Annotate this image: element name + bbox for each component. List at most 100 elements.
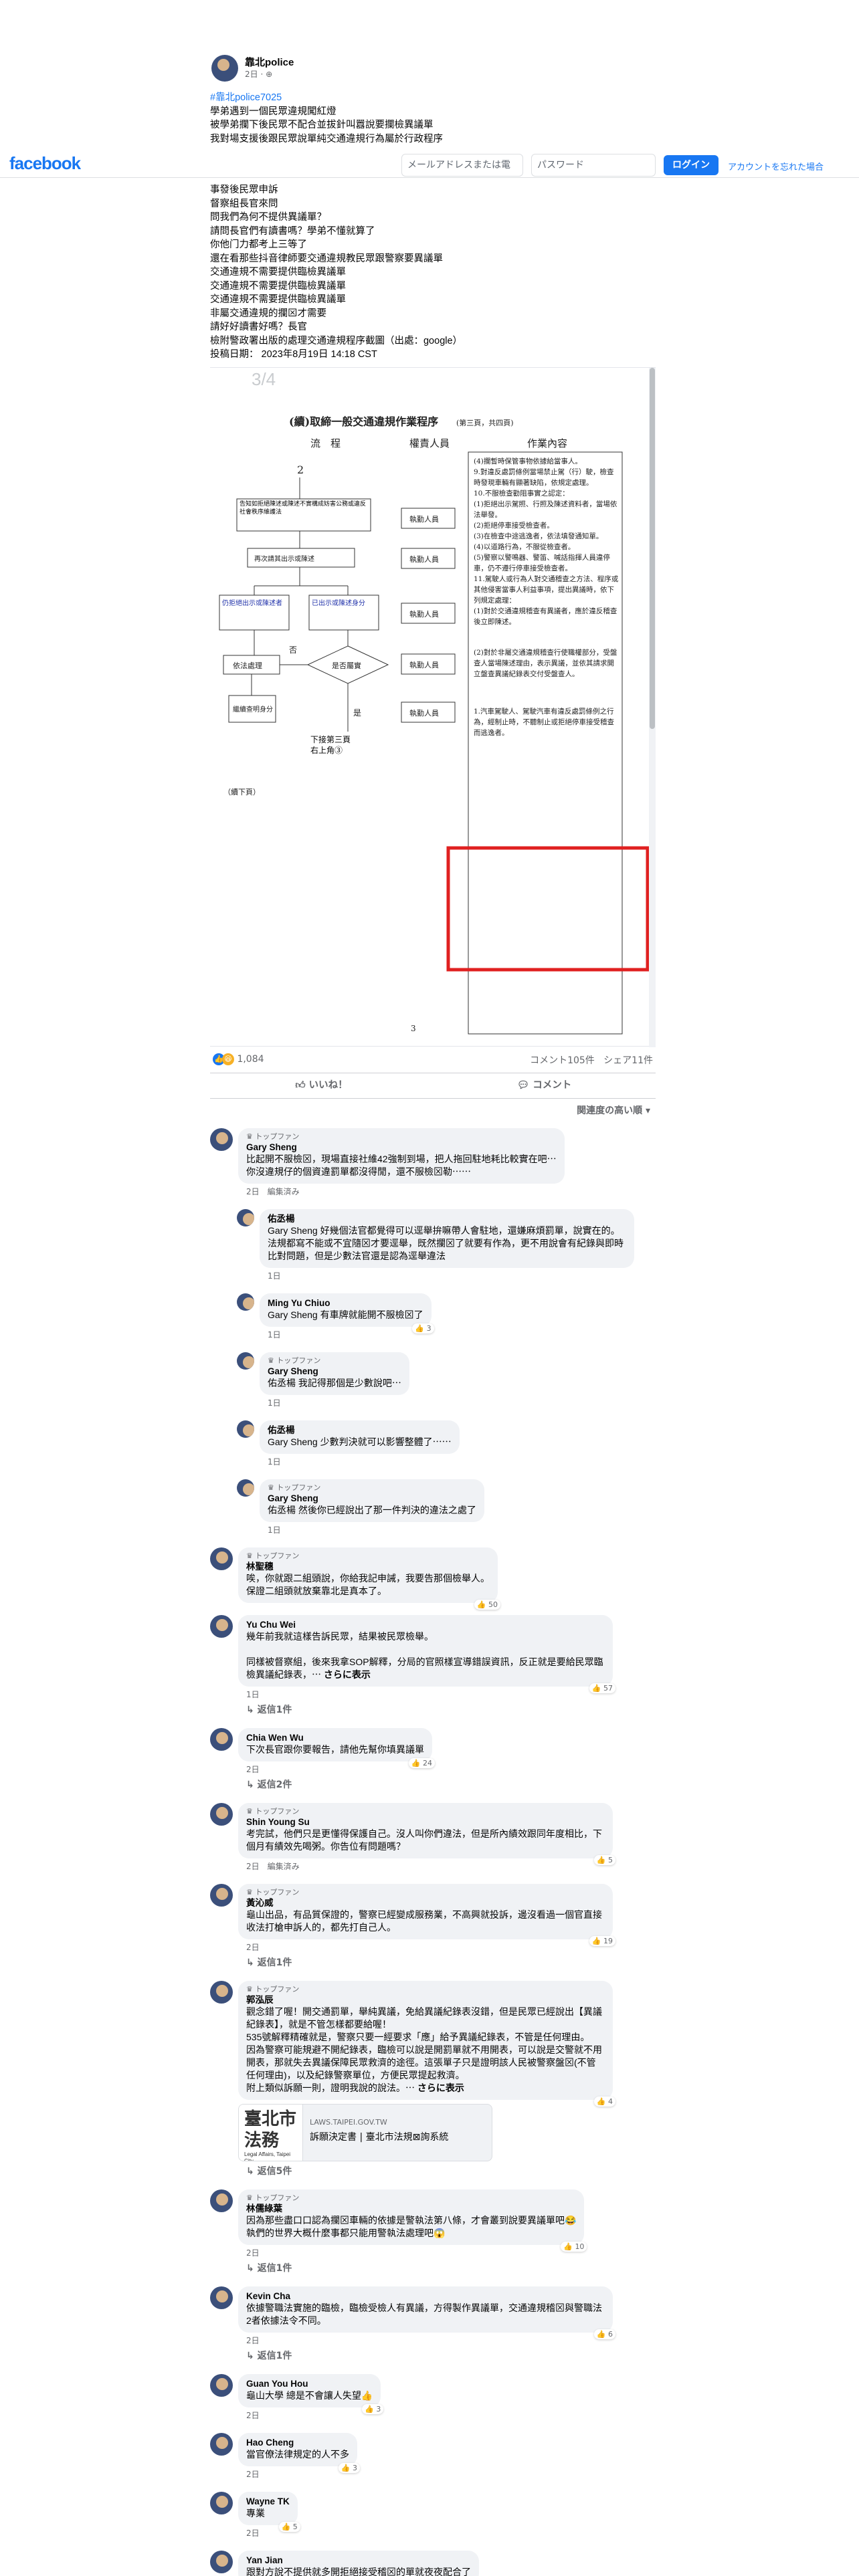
commenter-avatar[interactable] xyxy=(237,1420,254,1438)
view-replies-link[interactable]: ↳ 返信1件 xyxy=(246,2261,656,2274)
commenter-avatar[interactable] xyxy=(210,1980,233,2004)
post-hashtag[interactable]: #靠北police7025 xyxy=(210,91,656,105)
comment-reactions[interactable]: 👍 5 xyxy=(278,2521,300,2532)
comment-reactions[interactable]: 👍 3 xyxy=(412,1323,434,1333)
commenter-avatar[interactable] xyxy=(210,1128,233,1151)
comment-time[interactable]: 2日 xyxy=(246,1943,260,1952)
comment-text: 專業 xyxy=(246,2507,265,2518)
comment-reactions[interactable]: 👍 4 xyxy=(593,2096,615,2107)
like-button[interactable]: 👍︎ いいね！ xyxy=(210,1073,433,1098)
view-replies-link[interactable]: ↳ 返信1件 xyxy=(246,1955,656,1969)
commenter-avatar[interactable] xyxy=(237,1208,254,1226)
commenter-avatar[interactable] xyxy=(237,1293,254,1311)
login-button[interactable]: ログイン xyxy=(664,155,719,175)
forgot-account-link[interactable]: アカウントを忘れた場合 xyxy=(728,160,824,173)
view-replies-link[interactable]: ↳ 返信1件 xyxy=(246,2349,656,2362)
commenter-avatar[interactable] xyxy=(210,2432,233,2456)
comment-reactions[interactable]: 👍 5 xyxy=(593,1854,615,1865)
comment-reactions[interactable]: 👍 50 xyxy=(474,1599,500,1610)
comment-time[interactable]: 1日 xyxy=(268,1271,281,1281)
view-replies-link[interactable]: ↳ 返信2件 xyxy=(246,1778,656,1791)
view-replies-link[interactable]: ↳ 返信1件 xyxy=(246,1703,656,1716)
commenter-name[interactable]: Wayne TK xyxy=(246,2496,290,2507)
comment-bubble: ♛ トップファン Gary Sheng 佑丞楊 然後你已經說出了那一件判決的違法之處… xyxy=(260,1479,484,1522)
comment-meta: 1日 xyxy=(268,1456,656,1467)
fan-badge-icon: ♛ xyxy=(246,2193,256,2202)
commenter-avatar[interactable] xyxy=(237,1352,254,1370)
commenter-avatar[interactable] xyxy=(210,1727,233,1751)
commenter-avatar[interactable] xyxy=(210,2286,233,2309)
fan-badge-icon: ♛ xyxy=(268,1483,277,1492)
commenter-name[interactable]: Gary Sheng xyxy=(268,1366,401,1377)
comment-time[interactable]: 2日 xyxy=(246,1862,260,1871)
commenter-avatar[interactable] xyxy=(210,1614,233,1638)
shares-count[interactable]: シェア11件 xyxy=(603,1055,653,1066)
comment-bubble: 佑丞楊 Gary Sheng 少數判決就可以影響整體了⋯⋯ xyxy=(260,1420,460,1454)
fan-badge-icon: ♛ xyxy=(246,1551,256,1560)
link-preview-card[interactable]: 臺北市法務 Legal Affairs, Taipei City LAWS.TAIP… xyxy=(238,2103,492,2161)
commenter-name[interactable]: Hao Cheng xyxy=(246,2437,349,2448)
commenter-name[interactable]: Kevin Cha xyxy=(246,2290,605,2302)
comment-bubble: ♛ トップファン Gary Sheng 比起開不服檢⊠，現場直接社維42強制到場，把… xyxy=(238,1128,565,1184)
commenter-name[interactable]: 林儒綠葉 xyxy=(246,2203,576,2214)
comment-reactions[interactable]: 👍 24 xyxy=(408,1757,435,1768)
comment-reactions[interactable]: 👍 6 xyxy=(593,2329,615,2339)
image-scrollbar[interactable] xyxy=(649,367,656,1047)
commenter-name[interactable]: 佑丞楊 xyxy=(268,1213,626,1224)
commenter-avatar[interactable] xyxy=(237,1479,254,1497)
commenter-name[interactable]: Chia Wen Wu xyxy=(246,1732,424,1743)
comment-time[interactable]: 2日 xyxy=(246,2529,260,2538)
page-avatar[interactable] xyxy=(211,55,238,82)
comment-time[interactable]: 1日 xyxy=(268,1398,281,1408)
comment-time[interactable]: 2日 xyxy=(246,2248,260,2258)
comment-time[interactable]: 2日 xyxy=(246,2411,260,2420)
comment-reactions[interactable]: 👍 3 xyxy=(338,2462,360,2473)
commenter-avatar[interactable] xyxy=(210,1547,233,1570)
commenter-avatar[interactable] xyxy=(210,2189,233,2212)
comment-sort[interactable]: 関連度の高い順 ▾ xyxy=(210,1099,656,1123)
doc-resp-5: 執勤人員 xyxy=(409,709,439,718)
comment-time[interactable]: 2日 xyxy=(246,1765,260,1774)
see-more-link[interactable]: さらに表示 xyxy=(324,1669,371,1680)
commenter-avatar[interactable] xyxy=(210,2373,233,2397)
comment-button[interactable]: 💬︎ コメント xyxy=(433,1073,656,1098)
comment-bubble: Hao Cheng 當官僚法律規定的人不多 👍 3 xyxy=(238,2432,360,2473)
comment-time[interactable]: 2日 xyxy=(246,2470,260,2479)
commenter-avatar[interactable] xyxy=(210,1802,233,1826)
post-image[interactable]: 3/4 (續)取締一般交通違規作業程序 (第三頁，共四頁) 流 程 權責人員 作… xyxy=(210,366,656,1047)
comments-count[interactable]: コメント105件 xyxy=(530,1055,595,1066)
doc-flow-no: 否 xyxy=(289,645,297,655)
comment-reactions[interactable]: 👍 3 xyxy=(362,2403,384,2414)
commenter-name[interactable]: 佑丞楊 xyxy=(268,1424,452,1436)
commenter-avatar[interactable] xyxy=(210,1883,233,1907)
commenter-name[interactable]: Ming Yu Chiuo xyxy=(268,1297,423,1309)
commenter-name[interactable]: Guan You Hou xyxy=(246,2378,373,2389)
comment-time[interactable]: 1日 xyxy=(268,1330,281,1339)
facebook-logo[interactable]: facebook xyxy=(9,153,81,174)
commenter-name[interactable]: 黃沁威 xyxy=(246,1897,605,1909)
view-replies-link[interactable]: ↳ 返信5件 xyxy=(246,2164,656,2177)
comment-reactions[interactable]: 👍 57 xyxy=(589,1683,615,1693)
see-more-link[interactable]: さらに表示 xyxy=(417,2082,464,2093)
commenter-name[interactable]: Yan Jian xyxy=(246,2555,471,2566)
commenter-name[interactable]: Yu Chu Wei xyxy=(246,1619,605,1630)
reactions-summary[interactable]: 👍😆 1,084 xyxy=(213,1053,264,1065)
password-input[interactable]: パスワード xyxy=(531,154,656,177)
page-name[interactable]: 靠北police xyxy=(245,55,294,69)
email-input[interactable]: メールアドレスまたは電 xyxy=(401,154,523,177)
commenter-name[interactable]: 郭泓辰 xyxy=(246,1994,605,2006)
commenter-name[interactable]: Gary Sheng xyxy=(246,1142,557,1153)
comment-time[interactable]: 2日 xyxy=(246,2336,260,2345)
post-timestamp[interactable]: 2日 · ⊕ xyxy=(245,68,272,80)
comment-time[interactable]: 1日 xyxy=(246,1690,260,1699)
commenter-avatar[interactable] xyxy=(210,2550,233,2573)
comment-time[interactable]: 1日 xyxy=(268,1457,281,1467)
commenter-name[interactable]: Gary Sheng xyxy=(268,1493,476,1504)
commenter-name[interactable]: 林聖穗 xyxy=(246,1561,490,1572)
commenter-name[interactable]: Shin Young Su xyxy=(246,1816,605,1828)
comment-reactions[interactable]: 👍 10 xyxy=(561,2241,587,2252)
comment-time[interactable]: 1日 xyxy=(268,1525,281,1535)
comment-time[interactable]: 2日 xyxy=(246,1187,260,1196)
comment-reactions[interactable]: 👍 19 xyxy=(589,1935,615,1946)
commenter-avatar[interactable] xyxy=(210,2491,233,2514)
